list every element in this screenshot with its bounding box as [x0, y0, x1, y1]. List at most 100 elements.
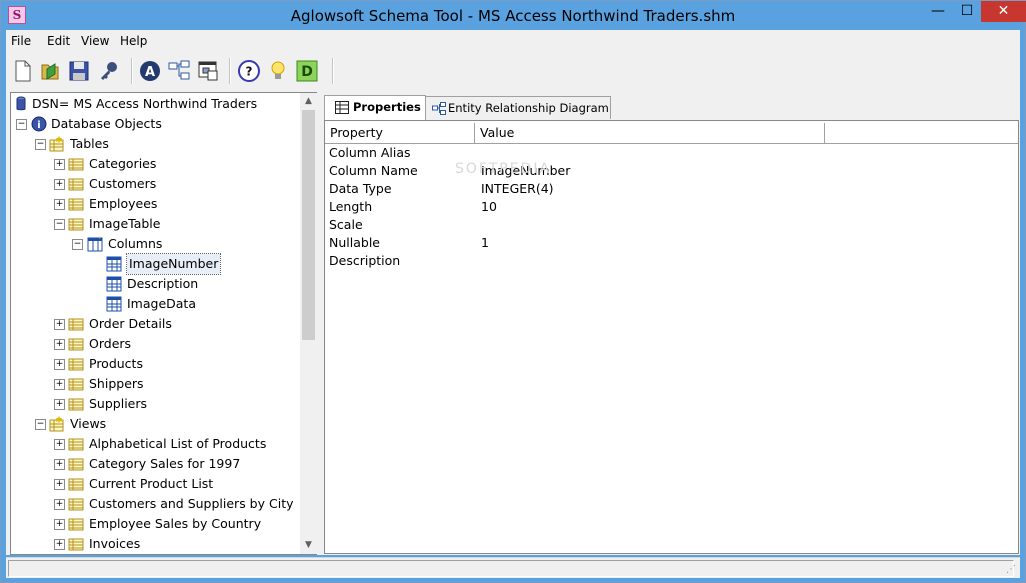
tree-item-table[interactable]: + Shippers [11, 374, 299, 394]
grid-cell-property: Data Type [329, 181, 392, 196]
svg-text:i: i [37, 120, 40, 131]
tree-item-label: Customers and Suppliers by City [89, 496, 294, 511]
menu-file[interactable]: File [11, 34, 31, 48]
tree-item-table[interactable]: + Order Details [11, 314, 299, 334]
tree-item-columns[interactable]: − Columns [11, 234, 299, 254]
toolbar: A ? D [6, 52, 1020, 91]
table-icon [68, 198, 84, 211]
expand-toggle[interactable]: − [54, 219, 65, 230]
tree-item-view[interactable]: + Employee Sales by Country [11, 514, 299, 534]
expand-toggle[interactable]: + [54, 179, 65, 190]
tree-item-table[interactable]: + Suppliers [11, 394, 299, 414]
pane-splitter[interactable] [317, 90, 322, 555]
collapse-toggle[interactable]: − [72, 239, 83, 250]
scroll-thumb[interactable] [302, 110, 315, 340]
tree-item-column[interactable]: ImageData [11, 294, 299, 314]
columns-icon [87, 236, 103, 252]
column-header-property[interactable]: Property [325, 123, 475, 143]
tree-item-column[interactable]: Description [11, 274, 299, 294]
app-window: S Aglowsoft Schema Tool - MS Access Nort… [0, 0, 1026, 583]
scroll-up-arrow[interactable]: ▲ [300, 93, 317, 110]
expand-toggle[interactable]: + [54, 159, 65, 170]
expand-toggle[interactable]: + [54, 439, 65, 450]
expand-toggle[interactable]: + [54, 379, 65, 390]
menu-view[interactable]: View [81, 34, 109, 48]
menu-edit[interactable]: Edit [47, 34, 70, 48]
expand-toggle[interactable]: + [54, 319, 65, 330]
column-icon [106, 256, 122, 272]
toolbar-separator [131, 58, 133, 84]
tree-item-table[interactable]: + Customers [11, 174, 299, 194]
tree-item-table[interactable]: + Orders [11, 334, 299, 354]
expand-toggle[interactable]: + [54, 459, 65, 470]
expand-toggle[interactable]: + [54, 399, 65, 410]
tree-item-table[interactable]: + Categories [11, 154, 299, 174]
view-icon [68, 518, 84, 531]
tree-item-view[interactable]: + Alphabetical List of Products [11, 434, 299, 454]
grid-cell-property: Description [329, 253, 401, 268]
expand-toggle[interactable]: + [54, 339, 65, 350]
expand-toggle[interactable]: + [54, 499, 65, 510]
tree-item-database-objects[interactable]: − i Database Objects [11, 114, 299, 134]
grid-cell-value[interactable]: 10 [481, 198, 497, 216]
window-title: Aglowsoft Schema Tool - MS Access Northw… [290, 7, 736, 25]
expand-toggle[interactable]: + [54, 539, 65, 550]
scroll-down-arrow[interactable]: ▼ [300, 537, 317, 554]
grid-cell-value[interactable]: 1 [481, 234, 489, 252]
tree-item-views[interactable]: − Views [11, 414, 299, 434]
resize-grip[interactable]: ⋰ [1006, 564, 1018, 576]
table-icon [68, 218, 84, 231]
d-icon[interactable]: D [295, 59, 319, 83]
collapse-toggle[interactable]: − [35, 419, 46, 430]
tree-item-view[interactable]: + Customers and Suppliers by City [11, 494, 299, 514]
maximize-button[interactable]: ☐ [954, 1, 980, 22]
tab-erd[interactable]: Entity Relationship Diagram [425, 96, 611, 119]
menu-help[interactable]: Help [120, 34, 147, 48]
save-disk-icon[interactable] [67, 59, 91, 83]
tree-item-label: Shippers [89, 376, 144, 391]
column-header-value[interactable]: Value [475, 123, 825, 143]
collapse-toggle[interactable]: − [35, 139, 46, 150]
tree-vertical-scrollbar[interactable]: ▲ ▼ [300, 93, 317, 554]
tab-properties[interactable]: Properties [324, 95, 426, 120]
grid-cell-value[interactable]: INTEGER(4) [481, 180, 554, 198]
tree-item-label: ImageTable [89, 216, 161, 231]
close-button[interactable]: ✕ [981, 1, 1026, 22]
status-bar: ⋰ [6, 557, 1020, 578]
open-folder-icon[interactable] [39, 59, 63, 83]
key-icon[interactable] [97, 59, 121, 83]
tree-item-dsn[interactable]: DSN= MS Access Northwind Traders [11, 94, 299, 114]
toolbar-separator [332, 58, 334, 84]
minimize-button[interactable]: — [925, 1, 951, 22]
tree-item-tables[interactable]: − Tables [11, 134, 299, 154]
schema-tree[interactable]: DSN= MS Access Northwind Traders − i Dat… [10, 92, 318, 555]
tree-item-label: Alphabetical List of Products [89, 436, 267, 451]
expand-toggle[interactable]: + [54, 519, 65, 530]
tree-item-column[interactable]: ImageNumber [11, 253, 299, 275]
tree-item-label: ImageNumber [125, 253, 222, 275]
expand-toggle[interactable]: + [54, 359, 65, 370]
grid-cell-property: Column Alias [329, 145, 411, 160]
tree-item-label: Invoices [89, 536, 141, 551]
title-bar[interactable]: S Aglowsoft Schema Tool - MS Access Nort… [1, 1, 1026, 30]
table-icon [68, 398, 84, 411]
tree-item-label: Description [127, 276, 199, 291]
tree-item-view[interactable]: + Current Product List [11, 474, 299, 494]
tree-item-view[interactable]: + Category Sales for 1997 [11, 454, 299, 474]
expand-toggle[interactable]: + [54, 479, 65, 490]
tree-item-label: Employees [89, 196, 158, 211]
diagram-window-icon[interactable] [196, 59, 220, 83]
help-icon[interactable]: ? [237, 59, 261, 83]
relationships-icon[interactable] [167, 59, 191, 83]
tree-item-view[interactable]: + Invoices [11, 534, 299, 554]
collapse-toggle[interactable]: − [16, 119, 27, 130]
font-a-icon[interactable]: A [138, 59, 162, 83]
tree-item-table[interactable]: + Employees [11, 194, 299, 214]
new-document-icon[interactable] [11, 59, 35, 83]
tree-item-table[interactable]: + Products [11, 354, 299, 374]
lightbulb-icon[interactable] [266, 59, 290, 83]
expand-toggle[interactable]: + [54, 199, 65, 210]
table-icon [68, 178, 84, 191]
toolbar-separator [229, 58, 231, 84]
tree-item-table[interactable]: − ImageTable [11, 214, 299, 234]
